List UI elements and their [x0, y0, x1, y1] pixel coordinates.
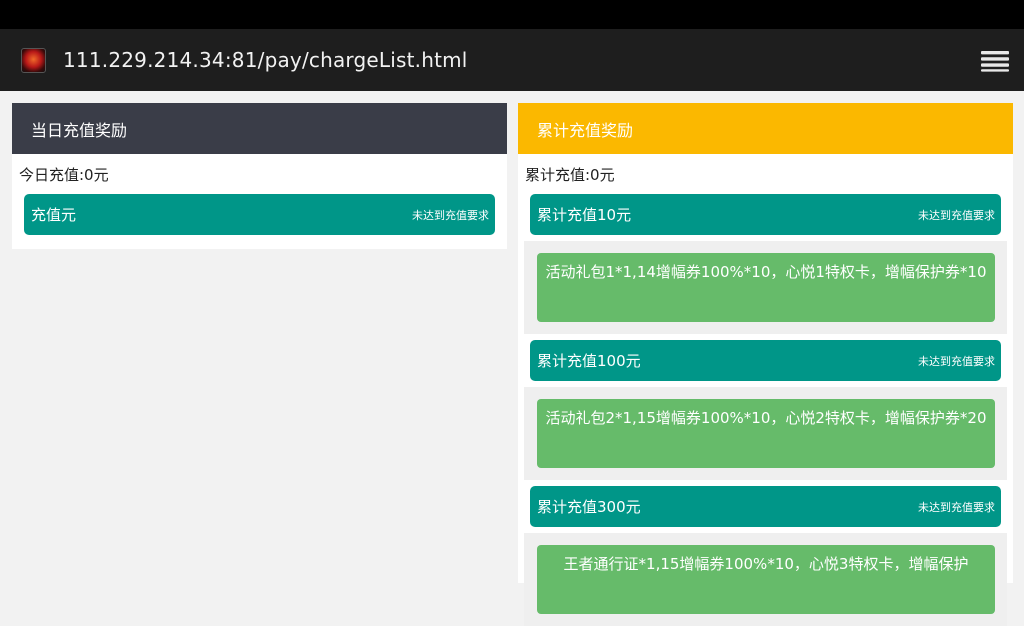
cumulative-recharge-summary: 累计充值:0元 — [525, 165, 615, 184]
url-text[interactable]: 111.229.214.34:81/pay/chargeList.html — [63, 45, 468, 75]
reward-box[interactable]: 王者通行证*1,15增幅券100%*10，心悦3特权卡，增幅保护 — [537, 545, 995, 614]
tier-status: 未达到充值要求 — [918, 354, 995, 368]
cumulative-tier-bar-100[interactable]: 累计充值100元 未达到充值要求 — [530, 340, 1001, 381]
reward-wrap: 活动礼包1*1,14增幅券100%*10，心悦1特权卡，增幅保护券*10 — [524, 241, 1007, 334]
tier-label: 充值元 — [31, 206, 77, 224]
cumulative-tier-bar-300[interactable]: 累计充值300元 未达到充值要求 — [530, 486, 1001, 527]
status-bar — [0, 0, 1024, 29]
game-favicon-icon — [21, 48, 46, 73]
cumulative-reward-header: 累计充值奖励 — [518, 103, 1013, 154]
tier-label: 累计充值100元 — [537, 352, 641, 370]
menu-icon[interactable] — [980, 49, 1010, 73]
tier-label: 累计充值10元 — [537, 206, 632, 224]
reward-box[interactable]: 活动礼包1*1,14增幅券100%*10，心悦1特权卡，增幅保护券*10 — [537, 253, 995, 322]
daily-reward-header: 当日充值奖励 — [12, 103, 507, 154]
daily-recharge-summary: 今日充值:0元 — [19, 165, 109, 184]
reward-box[interactable]: 活动礼包2*1,15增幅券100%*10，心悦2特权卡，增幅保护券*20 — [537, 399, 995, 468]
daily-tier-bar[interactable]: 充值元 未达到充值要求 — [24, 194, 495, 235]
browser-address-bar: 111.229.214.34:81/pay/chargeList.html — [0, 29, 1024, 91]
cumulative-reward-panel: 累计充值奖励 累计充值:0元 累计充值10元 未达到充值要求 活动礼包1*1,1… — [518, 103, 1013, 626]
daily-reward-panel: 当日充值奖励 今日充值:0元 充值元 未达到充值要求 — [12, 103, 507, 249]
tier-label: 累计充值300元 — [537, 498, 641, 516]
cumulative-tier-bar-10[interactable]: 累计充值10元 未达到充值要求 — [530, 194, 1001, 235]
reward-wrap: 王者通行证*1,15增幅券100%*10，心悦3特权卡，增幅保护 — [524, 533, 1007, 626]
reward-wrap: 活动礼包2*1,15增幅券100%*10，心悦2特权卡，增幅保护券*20 — [524, 387, 1007, 480]
tier-status: 未达到充值要求 — [918, 208, 995, 222]
tier-status: 未达到充值要求 — [918, 500, 995, 514]
tier-status: 未达到充值要求 — [412, 208, 489, 222]
